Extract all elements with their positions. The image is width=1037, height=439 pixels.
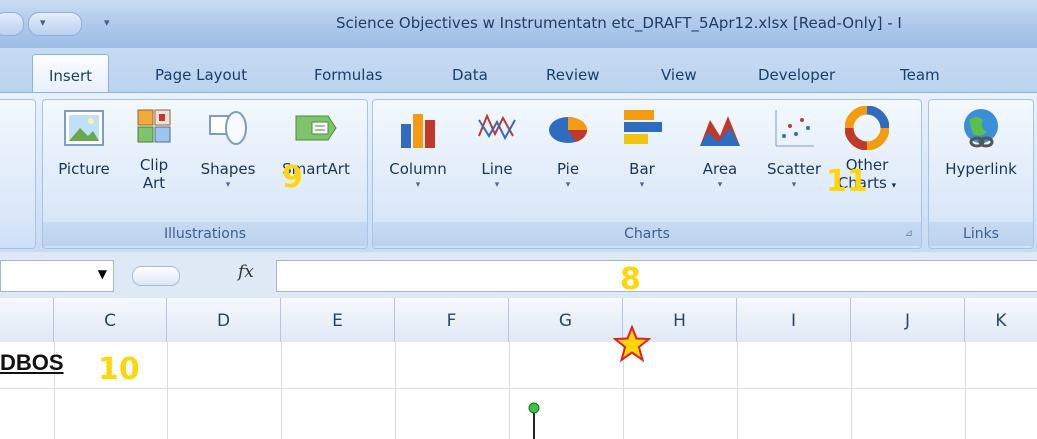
bar-chart-button[interactable]: Bar ▾ <box>611 106 673 192</box>
links-group: Hyperlink Links <box>928 99 1034 249</box>
area-label: Area <box>702 160 738 178</box>
cell-heading[interactable]: DBOS <box>0 350 64 376</box>
redo-dropdown-icon[interactable]: ▾ <box>40 16 46 29</box>
line-label: Line <box>481 160 513 178</box>
name-box[interactable]: ▼ <box>0 260 114 292</box>
insert-function-icon[interactable]: fx <box>238 262 254 282</box>
bar-chart-icon <box>620 106 664 150</box>
scatter-chart-icon <box>772 106 816 150</box>
annotation-marker-11: 11 <box>826 164 868 199</box>
column-header-d[interactable]: D <box>167 298 281 342</box>
column-header-k[interactable]: K <box>965 298 1037 342</box>
undo-button[interactable] <box>0 12 24 36</box>
pie-chart-icon <box>546 106 590 150</box>
column-header-b-partial[interactable] <box>0 298 54 342</box>
column-chart-icon <box>396 106 440 150</box>
scatter-dropdown-icon: ▾ <box>791 180 797 190</box>
formula-input[interactable] <box>276 260 1037 292</box>
clip-art-label: Clip Art <box>139 156 169 192</box>
shapes-icon <box>206 106 250 150</box>
shapes-dropdown-icon: ▾ <box>225 180 231 190</box>
shapes-button[interactable]: Shapes ▾ <box>193 106 263 192</box>
tab-page-layout[interactable]: Page Layout <box>155 66 247 84</box>
window-title: Science Objectives w Instrumentatn etc_D… <box>336 14 902 32</box>
worksheet-grid[interactable]: DBOS <box>0 342 1037 439</box>
column-header-g[interactable]: G <box>509 298 623 342</box>
quick-access-toolbar: ▾ ▾ <box>0 6 120 38</box>
ribbon-tabs: Insert Page Layout Formulas Data Review … <box>0 48 1037 92</box>
hyperlink-icon <box>959 106 1003 150</box>
formula-controls: fx <box>122 260 272 290</box>
tab-formulas[interactable]: Formulas <box>314 66 382 84</box>
illustrations-group: Picture Clip Art Shapes ▾ SmartArt Illust… <box>42 99 368 249</box>
line-dropdown-icon: ▾ <box>494 180 500 190</box>
illustrations-group-label: Illustrations <box>43 222 367 246</box>
star-icon <box>613 325 651 363</box>
column-headers: C D E F G H I J K <box>0 298 1037 343</box>
line-chart-button[interactable]: Line ▾ <box>465 106 529 192</box>
charts-group-label: Charts ⊿ <box>373 222 921 246</box>
shapes-label: Shapes <box>200 160 256 178</box>
column-header-e[interactable]: E <box>281 298 395 342</box>
other-charts-icon <box>844 105 890 151</box>
pie-dropdown-icon: ▾ <box>565 180 571 190</box>
column-chart-button[interactable]: Column ▾ <box>379 106 457 192</box>
pie-label: Pie <box>556 160 580 178</box>
tab-developer[interactable]: Developer <box>758 66 835 84</box>
smartart-icon <box>294 106 338 150</box>
area-chart-button[interactable]: Area ▾ <box>687 106 753 192</box>
picture-button[interactable]: Picture <box>51 106 117 178</box>
picture-label: Picture <box>58 160 110 178</box>
scatter-chart-button[interactable]: Scatter ▾ <box>759 106 829 192</box>
hyperlink-label: Hyperlink <box>945 160 1017 178</box>
ribbon: Picture Clip Art Shapes ▾ SmartArt Illust… <box>0 92 1037 253</box>
tab-review[interactable]: Review <box>546 66 600 84</box>
rotation-handle-icon[interactable] <box>527 402 541 439</box>
formula-bar-resize-handle[interactable] <box>132 266 180 286</box>
formula-bar: ▼ fx <box>0 252 1037 299</box>
title-bar: ▾ ▾ Science Objectives w Instrumentatn e… <box>0 0 1037 48</box>
tab-insert[interactable]: Insert <box>32 54 110 92</box>
customize-qat-icon[interactable]: ▾ <box>104 16 110 29</box>
redo-button[interactable] <box>28 12 82 36</box>
picture-icon <box>62 106 106 150</box>
column-dropdown-icon: ▾ <box>415 180 421 190</box>
column-header-j[interactable]: J <box>851 298 965 342</box>
annotation-marker-10: 10 <box>98 352 140 387</box>
line-chart-icon <box>475 106 519 150</box>
clip-art-icon <box>132 106 176 150</box>
tab-data[interactable]: Data <box>452 66 488 84</box>
column-label: Column <box>389 160 447 178</box>
tab-view[interactable]: View <box>661 66 697 84</box>
hyperlink-button[interactable]: Hyperlink <box>933 106 1029 178</box>
links-group-label: Links <box>929 222 1033 246</box>
pie-chart-button[interactable]: Pie ▾ <box>535 106 601 192</box>
other-charts-dropdown-icon: ▾ <box>891 181 897 191</box>
scatter-label: Scatter <box>766 160 822 178</box>
column-header-f[interactable]: F <box>395 298 509 342</box>
column-header-c[interactable]: C <box>54 298 167 342</box>
bar-label: Bar <box>629 160 655 178</box>
annotation-marker-8: 8 <box>620 262 641 297</box>
previous-group <box>0 99 36 249</box>
area-dropdown-icon: ▾ <box>717 180 723 190</box>
clip-art-button[interactable]: Clip Art <box>127 106 181 192</box>
name-box-dropdown-icon[interactable]: ▼ <box>98 267 107 281</box>
dialog-launcher-icon[interactable]: ⊿ <box>905 222 913 246</box>
area-chart-icon <box>698 106 742 150</box>
column-header-i[interactable]: I <box>737 298 851 342</box>
annotation-marker-9: 9 <box>282 160 303 195</box>
bar-dropdown-icon: ▾ <box>639 180 645 190</box>
tab-team[interactable]: Team <box>900 66 940 84</box>
